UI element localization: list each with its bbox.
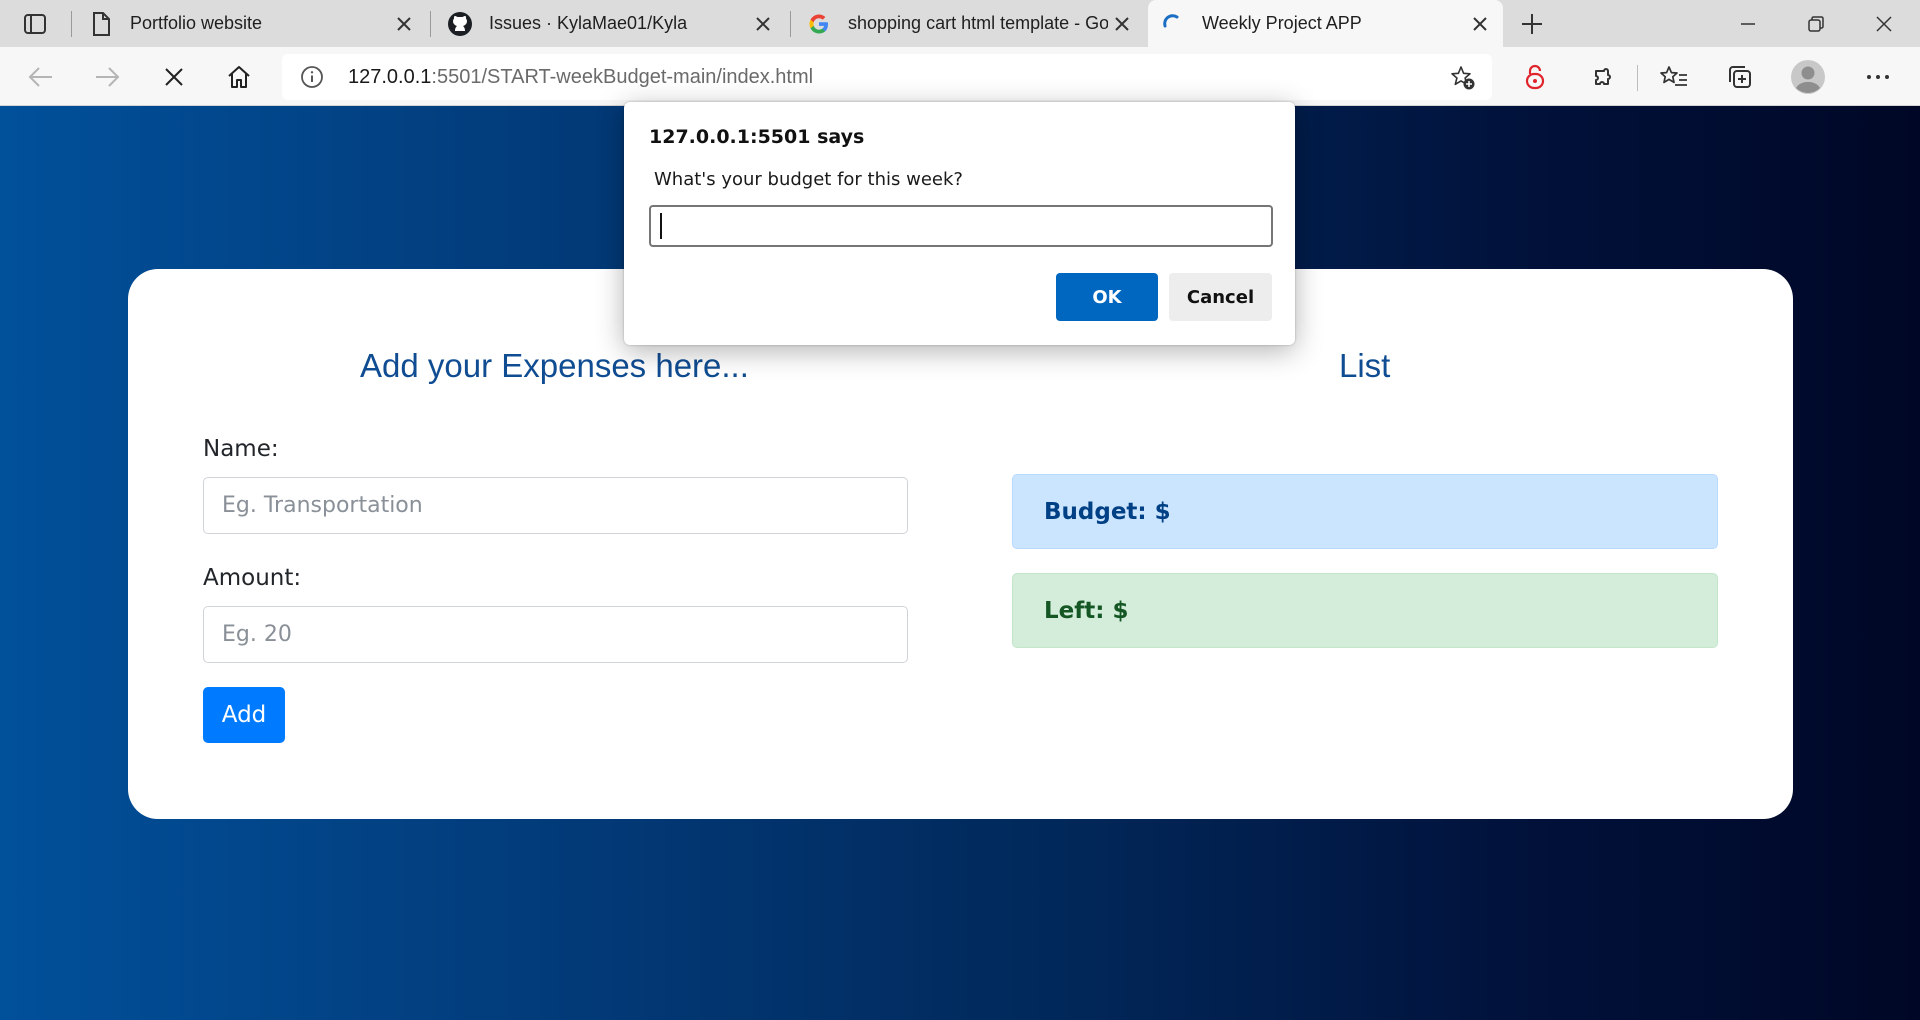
minimize-button[interactable] [1714, 0, 1782, 47]
google-icon [806, 11, 832, 37]
name-label: Name: [203, 436, 279, 462]
tab-actions-icon [24, 14, 46, 34]
profile-button[interactable] [1789, 58, 1827, 96]
tab-google-search[interactable]: shopping cart html template - Go [792, 0, 1146, 47]
plus-icon [1522, 14, 1542, 34]
list-title: List [1339, 347, 1391, 384]
forward-button[interactable] [88, 58, 126, 96]
tab-portfolio[interactable]: Portfolio website [74, 0, 424, 47]
collections-icon [1729, 66, 1751, 88]
back-arrow-icon [28, 67, 52, 87]
remaining-display: Left: $ [1012, 573, 1718, 648]
close-tab-icon[interactable] [392, 12, 416, 36]
text-caret [660, 213, 662, 239]
minimize-icon [1741, 22, 1755, 25]
loading-spinner-icon [1160, 11, 1186, 37]
collections-button[interactable] [1721, 58, 1759, 96]
github-icon [447, 11, 473, 37]
ok-button[interactable]: OK [1056, 273, 1158, 321]
tab-title: shopping cart html template - Go [848, 13, 1108, 33]
close-tab-icon[interactable] [1110, 12, 1134, 36]
stop-loading-button[interactable] [155, 58, 193, 96]
tab-separator [430, 11, 431, 37]
avatar-icon [1791, 60, 1825, 94]
close-tab-icon[interactable] [751, 12, 775, 36]
tab-separator [790, 11, 791, 37]
tab-weekly-project-app[interactable]: Weekly Project APP [1148, 0, 1503, 47]
new-tab-button[interactable] [1517, 9, 1547, 39]
budget-prompt-input[interactable] [649, 205, 1273, 247]
puzzle-icon [1595, 68, 1611, 85]
settings-menu-button[interactable] [1859, 58, 1897, 96]
dialog-title: 127.0.0.1:5501 says [649, 126, 865, 148]
lock-icon [1525, 64, 1545, 90]
expense-name-input[interactable] [203, 477, 908, 534]
close-icon [1876, 15, 1892, 32]
url-text: 127.0.0.1:5501/START-weekBudget-main/ind… [348, 66, 813, 89]
tab-actions-menu-button[interactable] [20, 10, 50, 38]
toolbar-divider [1637, 65, 1638, 91]
close-tab-icon[interactable] [1468, 12, 1492, 36]
tab-separator [71, 11, 72, 37]
browser-toolbar: 127.0.0.1:5501/START-weekBudget-main/ind… [0, 47, 1920, 106]
url-path: :5501/START-weekBudget-main/index.html [431, 66, 814, 88]
back-button[interactable] [22, 58, 60, 96]
restore-button[interactable] [1782, 0, 1850, 47]
site-info-icon[interactable] [300, 65, 324, 89]
budget-display: Budget: $ [1012, 474, 1718, 549]
password-manager-button[interactable] [1516, 58, 1554, 96]
extensions-button[interactable] [1583, 58, 1621, 96]
page-icon [88, 11, 114, 37]
add-expense-button[interactable]: Add [203, 687, 285, 743]
tab-title: Portfolio website [130, 13, 263, 33]
expense-amount-input[interactable] [203, 606, 908, 663]
home-icon [228, 66, 250, 88]
cancel-button[interactable]: Cancel [1169, 273, 1272, 321]
close-icon [165, 68, 183, 86]
tab-title: Weekly Project APP [1202, 13, 1362, 33]
prompt-dialog: 127.0.0.1:5501 says What's your budget f… [624, 102, 1295, 345]
home-button[interactable] [220, 58, 258, 96]
favorites-button[interactable] [1655, 58, 1693, 96]
dialog-message: What's your budget for this week? [654, 169, 963, 190]
forward-arrow-icon [96, 67, 120, 87]
address-bar[interactable]: 127.0.0.1:5501/START-weekBudget-main/ind… [282, 54, 1492, 100]
tab-strip: Portfolio website Issues · KylaMae01/Kyl… [0, 0, 1920, 47]
tab-title: Issues · KylaMae01/Kyla [489, 13, 688, 33]
favorites-icon [1660, 66, 1687, 86]
more-horizontal-icon [1867, 75, 1889, 79]
add-favorite-icon[interactable] [1450, 65, 1476, 91]
restore-icon [1808, 15, 1824, 32]
url-host: 127.0.0.1 [348, 66, 432, 88]
close-window-button[interactable] [1850, 0, 1918, 47]
amount-label: Amount: [203, 565, 302, 591]
budget-card: Add your Expenses here... List Name: Amo… [128, 269, 1793, 819]
tab-github-issues[interactable]: Issues · KylaMae01/Kyla [433, 0, 788, 47]
form-title: Add your Expenses here... [360, 347, 749, 384]
